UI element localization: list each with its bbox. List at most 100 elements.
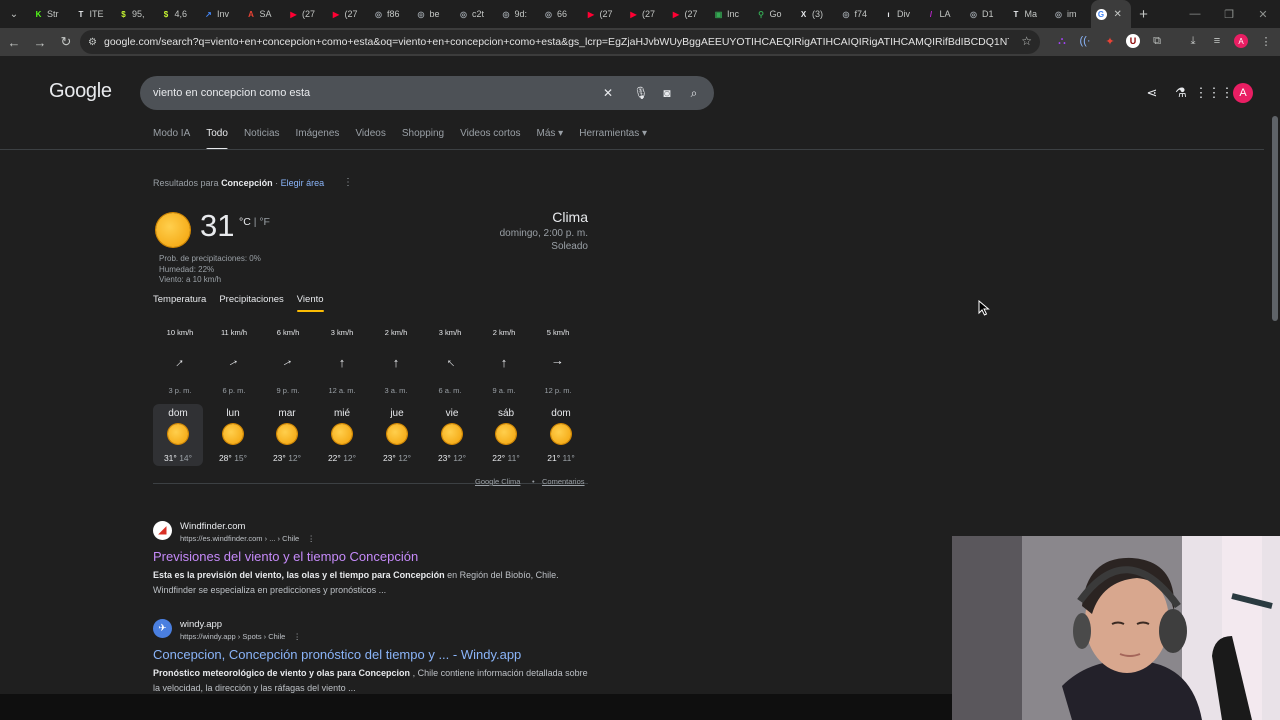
forecast-day[interactable]: jue 23° 12° [372,404,422,466]
search-tab[interactable]: Videos cortos [460,128,520,150]
browser-tab[interactable]: ▶ (27 [581,0,624,28]
extensions-puzzle-icon[interactable]: ⧉ [1148,32,1166,50]
forecast-day[interactable]: mar 23° 12° [262,404,312,466]
account-avatar[interactable]: A [1233,83,1253,103]
feedback-link[interactable]: Comentarios [542,477,585,486]
result-site-name[interactable]: Windfinder.com [180,521,245,532]
lens-icon[interactable]: ◙ [658,84,676,102]
search-tab[interactable]: Shopping [402,128,444,150]
search-tab[interactable]: Todo [206,128,228,150]
reading-list-icon[interactable]: ≡ [1208,32,1226,50]
forecast-day[interactable]: lun 28° 15° [208,404,258,466]
reload-icon[interactable]: ↻ [54,30,78,54]
browser-tab[interactable]: T ITE [71,0,114,28]
search-tab[interactable]: Noticias [244,128,280,150]
browser-tab[interactable]: ◎ im [1048,0,1091,28]
arrow-icon: ↑ [442,354,458,370]
search-tab[interactable]: Herramientas ▾ [579,128,647,150]
browser-tab[interactable]: ◎ be [411,0,454,28]
browser-tab[interactable]: ▶ (27 [326,0,369,28]
google-logo[interactable]: Google [49,80,112,103]
forecast-day[interactable]: dom 31° 14° [153,404,203,466]
clear-icon[interactable]: ✕ [599,84,617,102]
browser-tab[interactable]: $4,6 [156,0,199,28]
search-tab[interactable]: Imágenes [296,128,340,150]
weather-tab[interactable]: Temperatura [153,294,206,312]
address-bar[interactable]: ⚙ google.com/search?q=viento+en+concepci… [80,30,1040,54]
forecast-day[interactable]: mié 22° 12° [317,404,367,466]
tab-search-chevron-icon[interactable]: ⌄ [0,0,28,28]
result-site-name[interactable]: windy.app [180,619,222,630]
fahrenheit-toggle[interactable]: °F [259,216,270,228]
result-url-text[interactable]: https://windy.app › Spots › Chile [180,632,285,641]
forecast-day[interactable]: sáb 22° 11° [481,404,531,466]
ublock-icon[interactable]: U [1124,32,1142,50]
browser-tab[interactable]: $95, [113,0,156,28]
extension-badge-icon[interactable]: ✦ [1101,32,1119,50]
browser-tab[interactable]: K Str [28,0,71,28]
labs-flask-icon[interactable]: ⚗ [1172,84,1190,102]
browser-tab[interactable]: ↗ Inv [198,0,241,28]
windfinder-favicon[interactable]: ◢ [153,521,172,540]
browser-tab[interactable]: ◎ D1 [963,0,1006,28]
extension-icon[interactable]: ⛬ [1053,32,1071,50]
address-url[interactable]: google.com/search?q=viento+en+concepcion… [104,36,1009,48]
browser-tab[interactable]: ◎ 66 [538,0,581,28]
browser-tab[interactable]: ◎ 9d: [496,0,539,28]
browser-tab[interactable]: ı Div [878,0,921,28]
downloads-icon[interactable]: ⤓ [1184,32,1202,50]
wind-speed: 10 km/h [166,328,194,337]
apps-grid-icon[interactable]: ⋮⋮⋮ [1195,84,1234,102]
result-url[interactable]: https://es.windfinder.com › ... › Chile … [180,534,315,543]
forecast-day[interactable]: vie 23° 12° [427,404,477,466]
close-window-icon[interactable]: ✕ [1246,8,1280,21]
browser-tab[interactable]: ◎ c2t [453,0,496,28]
search-input[interactable]: viento en concepcion como esta ✕ 🎙 ◙ ⌕ [140,76,714,110]
profile-avatar[interactable]: A [1232,32,1250,50]
browser-tab[interactable]: ⚲ Go [751,0,794,28]
search-tab[interactable]: Modo IA [153,128,190,150]
result-options-icon[interactable]: ⋮ [293,632,301,641]
weather-tab[interactable]: Precipitaciones [219,294,283,312]
browser-tab[interactable]: A SA [241,0,284,28]
browser-tab[interactable]: ◎ f74 [836,0,879,28]
search-tab[interactable]: Más ▾ [537,128,564,150]
result-options-icon[interactable]: ⋮ [307,534,315,543]
google-weather-link[interactable]: Google Clima [475,477,520,486]
scrollbar[interactable] [1272,116,1278,321]
minimize-icon[interactable]: — [1178,8,1212,20]
maximize-icon[interactable]: ❐ [1212,8,1246,21]
browser-tab[interactable]: T Ma [1006,0,1049,28]
new-tab-button[interactable]: + [1131,6,1157,23]
browser-tab[interactable]: ▶ (27 [623,0,666,28]
back-icon[interactable]: ← [2,30,26,54]
result-url-text[interactable]: https://es.windfinder.com › ... › Chile [180,534,299,543]
forecast-day[interactable]: dom 21° 11° [536,404,586,466]
windy-favicon[interactable]: ✈ [153,619,172,638]
search-icon[interactable]: ⌕ [685,84,703,102]
extension-wave-icon[interactable]: ((· [1076,32,1094,50]
search-query[interactable]: viento en concepcion como esta [153,87,310,99]
weather-tab[interactable]: Viento [296,294,324,312]
more-options-icon[interactable]: ⋮ [343,177,353,188]
search-tab[interactable]: Videos [355,128,385,150]
result-url[interactable]: https://windy.app › Spots › Chile ⋮ [180,632,301,641]
close-tab-icon[interactable]: ✕ [1114,9,1122,20]
result-title-link[interactable]: Concepcion, Concepción pronóstico del ti… [153,647,521,662]
microphone-icon[interactable]: 🎙 [632,84,650,102]
result-title-link[interactable]: Previsiones del viento y el tiempo Conce… [153,549,418,564]
site-info-icon[interactable]: ⚙ [88,37,104,48]
browser-tab[interactable]: / LA [921,0,964,28]
browser-tab-active[interactable]: G ✕ [1090,0,1131,28]
browser-tab[interactable]: ▶ (27 [666,0,709,28]
browser-tab[interactable]: ◎ f86 [368,0,411,28]
browser-tab[interactable]: ▣ Inc [708,0,751,28]
browser-menu-icon[interactable]: ⋮ [1257,32,1275,50]
forward-icon[interactable]: → [28,30,52,54]
choose-area-link[interactable]: Elegir área [281,178,325,188]
celsius-toggle[interactable]: °C [239,216,251,228]
browser-tab[interactable]: ▶ (27 [283,0,326,28]
share-icon[interactable]: ⋖ [1143,84,1161,102]
bookmark-star-icon[interactable]: ☆ [1021,34,1032,48]
browser-tab[interactable]: X (3) [793,0,836,28]
